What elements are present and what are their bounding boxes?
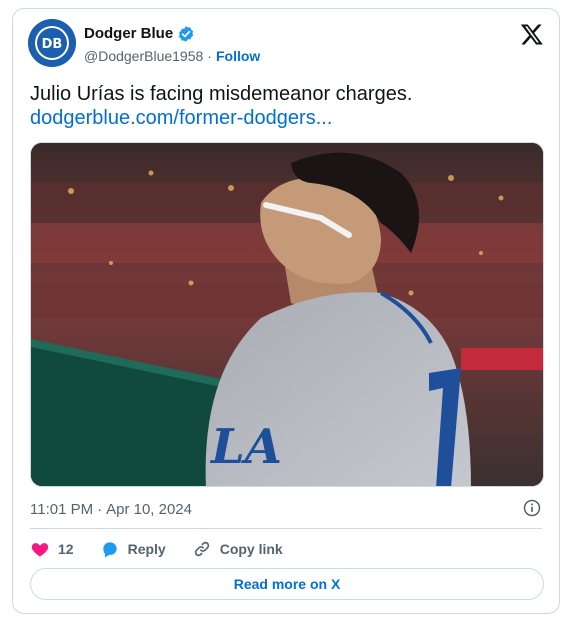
copy-link-button[interactable]: Copy link	[192, 539, 283, 559]
display-name[interactable]: Dodger Blue	[84, 24, 173, 44]
tweet-body: Julio Urías is facing misdemeanor charge…	[30, 82, 530, 130]
copy-link-label: Copy link	[219, 541, 283, 557]
author-name-row[interactable]: Dodger Blue	[84, 24, 195, 44]
tweet-timestamp[interactable]: 11:01 PM · Apr 10, 2024	[30, 500, 192, 520]
avatar-logo-text: DB	[42, 37, 63, 52]
meta-separator: ·	[97, 501, 103, 518]
tweet-photo[interactable]: LA	[30, 142, 544, 487]
player-photo: LA	[31, 143, 543, 486]
tweet-time: 11:01 PM	[30, 501, 94, 518]
heart-icon	[31, 543, 49, 557]
like-button[interactable]: 12	[30, 539, 74, 559]
action-bar: 12 Reply Copy link	[30, 538, 309, 560]
follow-button[interactable]: Follow	[216, 46, 260, 66]
separator-dot: ·	[207, 48, 212, 64]
link-icon	[194, 541, 209, 557]
tweet-date: Apr 10, 2024	[106, 501, 192, 518]
reply-label: Reply	[127, 541, 166, 557]
read-more-button[interactable]: Read more on X	[30, 568, 544, 600]
divider	[30, 528, 542, 529]
tweet-link[interactable]: dodgerblue.com/former-dodgers...	[30, 107, 332, 129]
verified-badge-icon	[179, 26, 194, 42]
reply-button[interactable]: Reply	[100, 539, 166, 559]
author-handle[interactable]: @DodgerBlue1958	[84, 46, 203, 66]
avatar[interactable]: DB	[28, 19, 76, 67]
x-logo-icon[interactable]	[520, 22, 544, 46]
info-icon[interactable]	[522, 498, 542, 518]
handle-row: @DodgerBlue1958 · Follow	[84, 46, 260, 66]
svg-text:LA: LA	[209, 419, 282, 475]
likes-count: 12	[58, 541, 74, 557]
tweet-text: Julio Urías is facing misdemeanor charge…	[30, 83, 413, 105]
reply-bubble-icon	[102, 542, 117, 558]
